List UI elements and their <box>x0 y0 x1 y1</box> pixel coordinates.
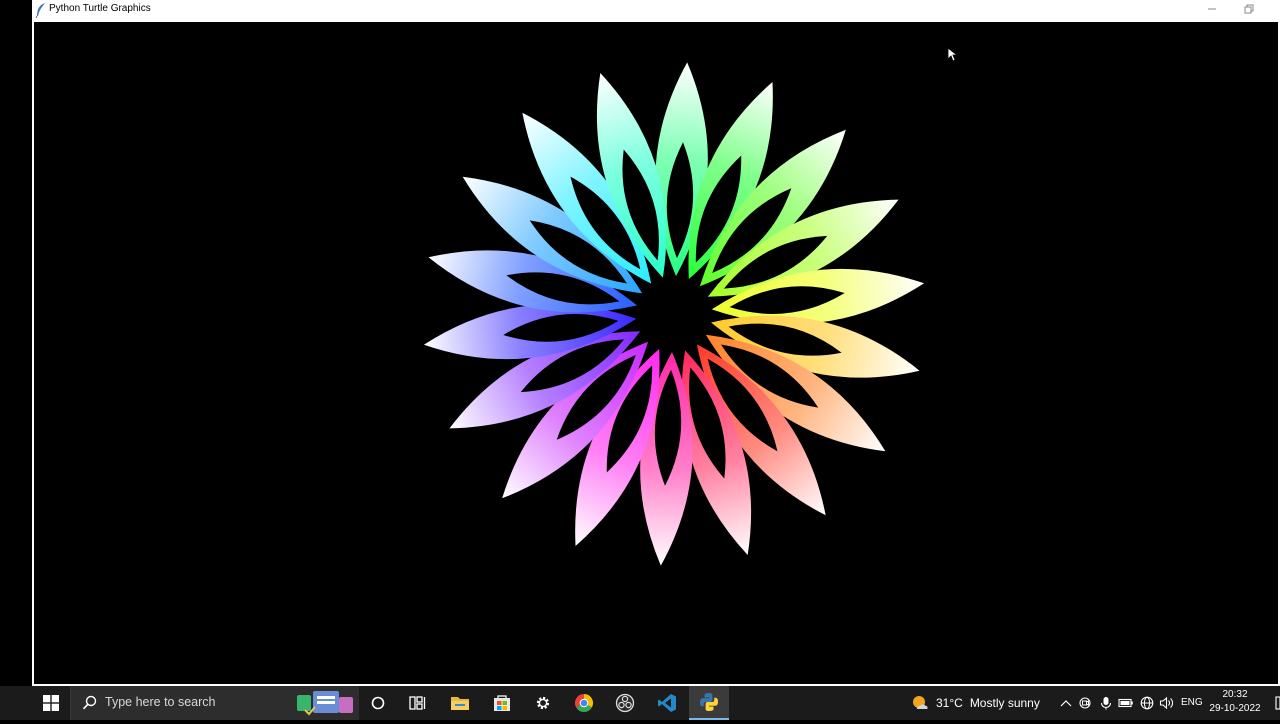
chrome-button[interactable] <box>564 686 604 720</box>
search-icon <box>82 695 97 710</box>
turtle-window[interactable]: Python Turtle Graphics <box>32 0 1280 686</box>
microsoft-store-button[interactable] <box>482 686 522 720</box>
meet-now-icon <box>1079 697 1091 709</box>
obs-studio-button[interactable] <box>605 686 645 720</box>
python-icon <box>700 693 718 711</box>
turtle-canvas[interactable] <box>34 22 1278 684</box>
file-explorer-icon <box>451 697 469 710</box>
file-explorer-button[interactable] <box>440 686 480 720</box>
battery-button[interactable] <box>1116 686 1136 720</box>
search-placeholder: Type here to search <box>105 695 216 709</box>
minimize-icon <box>1208 8 1216 10</box>
minimize-button[interactable] <box>1192 0 1232 20</box>
mouse-cursor-icon <box>947 47 959 62</box>
input-language-indicator[interactable]: ENG <box>1181 686 1203 720</box>
flower-center <box>636 276 712 352</box>
vscode-icon <box>658 694 676 712</box>
speaker-icon <box>1159 696 1173 710</box>
microphone-button[interactable] <box>1096 686 1116 720</box>
weather-condition: Mostly sunny <box>969 696 1040 710</box>
notification-button[interactable] <box>1270 686 1280 720</box>
weather-temperature: 31°C <box>936 696 963 710</box>
chevron-up-icon <box>1060 700 1072 707</box>
windows-logo-icon <box>43 695 59 711</box>
clock-date: 29-10-2022 <box>1209 703 1261 714</box>
microsoft-store-icon <box>494 695 510 711</box>
desktop-left-strip <box>0 0 32 686</box>
meet-now-button[interactable] <box>1076 686 1096 720</box>
taskbar-search-box[interactable]: Type here to search <box>70 686 359 720</box>
windows-taskbar: Type here to search 31°C Mostly sunny EN… <box>0 686 1280 720</box>
cortana-button[interactable] <box>360 686 396 720</box>
search-highlight-icon <box>297 691 353 716</box>
restore-button[interactable] <box>1230 0 1270 20</box>
globe-network-icon <box>1140 696 1154 710</box>
window-title: Python Turtle Graphics <box>49 3 151 14</box>
cortana-circle-icon <box>371 696 385 710</box>
task-view-button[interactable] <box>400 686 436 720</box>
chrome-icon <box>574 694 594 713</box>
show-hidden-icons-button[interactable] <box>1056 686 1076 720</box>
sun-cloud-icon <box>913 696 928 709</box>
task-view-icon <box>409 696 426 710</box>
flower-drawing <box>423 62 925 566</box>
settings-button[interactable] <box>523 686 563 720</box>
python-turtle-taskbar-button[interactable] <box>689 686 729 720</box>
notification-icon <box>1275 696 1280 710</box>
battery-icon <box>1118 698 1133 708</box>
restore-icon <box>1244 4 1254 14</box>
system-clock[interactable]: 20:32 29-10-2022 <box>1204 688 1266 716</box>
obs-icon <box>615 693 635 713</box>
title-bar[interactable]: Python Turtle Graphics <box>32 0 1280 20</box>
weather-widget[interactable]: 31°C Mostly sunny <box>910 686 1040 720</box>
microphone-icon <box>1100 697 1112 710</box>
volume-button[interactable] <box>1157 686 1177 720</box>
network-button[interactable] <box>1137 686 1157 720</box>
feather-icon <box>35 3 45 18</box>
start-button[interactable] <box>32 686 70 720</box>
clock-time: 20:32 <box>1222 689 1248 700</box>
settings-icon <box>536 696 550 710</box>
vscode-button[interactable] <box>646 686 688 720</box>
